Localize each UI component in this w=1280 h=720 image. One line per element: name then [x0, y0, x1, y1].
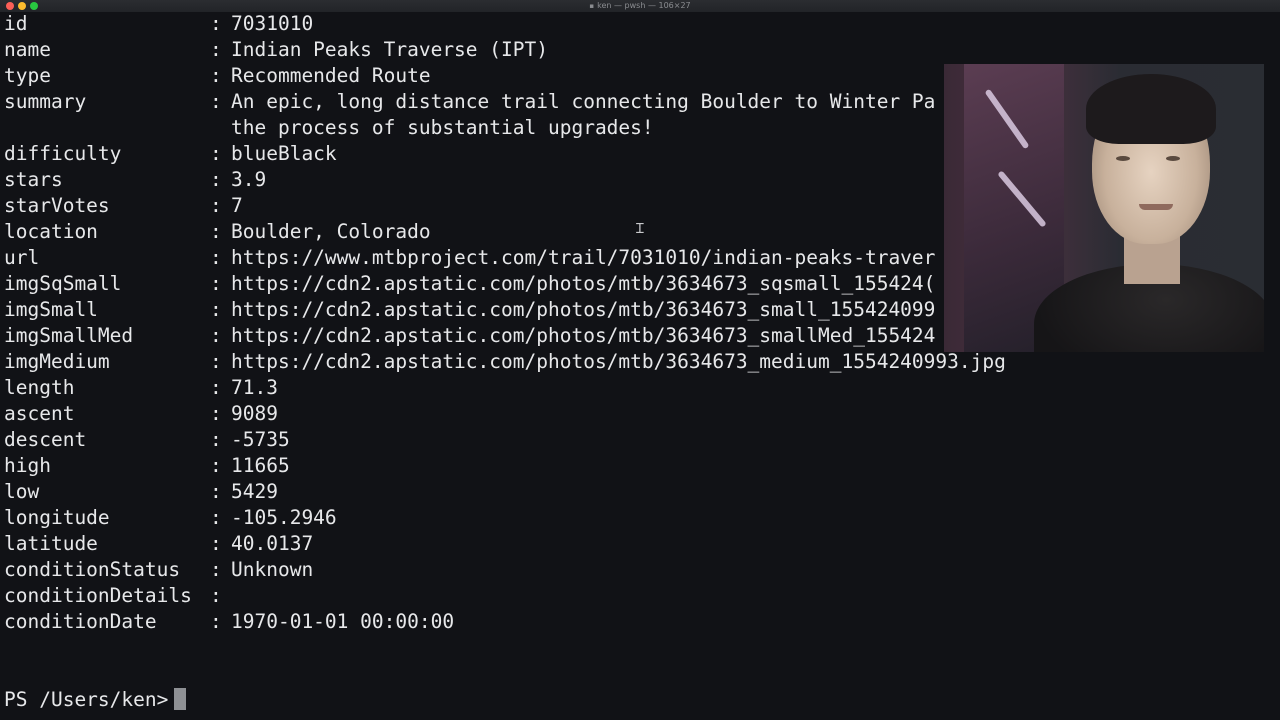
output-row: conditionStatus: Unknown: [4, 557, 1280, 583]
output-row: descent: -5735: [4, 427, 1280, 453]
window-title-text: ken — pwsh — 106×27: [597, 1, 691, 10]
property-name: conditionStatus: [4, 558, 181, 581]
property-name: summary: [4, 90, 87, 113]
property-name: stars: [4, 168, 63, 191]
property-separator: :: [210, 64, 222, 87]
property-name: location: [4, 220, 98, 243]
output-row: longitude: -105.2946: [4, 505, 1280, 531]
property-name: longitude: [4, 506, 110, 529]
output-row: conditionDate:1970-01-01 00:00:00: [4, 609, 1280, 635]
property-name: imgSmall: [4, 298, 98, 321]
person-eye: [1116, 156, 1130, 161]
property-separator: :: [210, 454, 222, 477]
property-value: 5429: [231, 480, 278, 503]
output-row: name: Indian Peaks Traverse (IPT): [4, 37, 1280, 63]
property-separator: :: [210, 506, 222, 529]
property-separator: :: [210, 90, 222, 113]
property-value: 9089: [231, 402, 278, 425]
property-separator: :: [210, 38, 222, 61]
property-name: difficulty: [4, 142, 122, 165]
output-row: latitude:40.0137: [4, 531, 1280, 557]
property-separator: :: [210, 298, 222, 321]
property-separator: :: [210, 480, 222, 503]
property-separator: :: [210, 558, 222, 581]
property-value: An epic, long distance trail connecting …: [231, 90, 936, 113]
property-value: blueBlack: [231, 142, 337, 165]
property-value: 7031010: [231, 12, 314, 35]
property-value: https://cdn2.apstatic.com/photos/mtb/363…: [231, 272, 936, 295]
property-separator: :: [210, 220, 222, 243]
property-separator: :: [210, 428, 222, 451]
property-separator: :: [210, 350, 222, 373]
person-hair: [1086, 74, 1216, 144]
property-value: 11665: [231, 454, 290, 477]
property-value: https://cdn2.apstatic.com/photos/mtb/363…: [231, 298, 936, 321]
output-row: length:71.3: [4, 375, 1280, 401]
property-separator: :: [210, 142, 222, 165]
property-separator: :: [210, 584, 222, 607]
property-separator: :: [210, 610, 222, 633]
property-value: https://cdn2.apstatic.com/photos/mtb/363…: [231, 350, 1006, 373]
property-name: high: [4, 454, 51, 477]
property-value: Unknown: [231, 558, 314, 581]
property-name: imgSmallMed: [4, 324, 134, 347]
property-name: starVotes: [4, 194, 110, 217]
property-separator: :: [210, 272, 222, 295]
property-value: https://www.mtbproject.com/trail/7031010…: [231, 246, 936, 269]
property-value: 1970-01-01 00:00:00: [231, 610, 455, 633]
property-separator: :: [210, 402, 222, 425]
property-separator: :: [210, 12, 222, 35]
property-name: type: [4, 64, 51, 87]
property-name: low: [4, 480, 40, 503]
prompt-line[interactable]: PS /Users/ken>: [4, 687, 187, 713]
property-separator: :: [210, 168, 222, 191]
prompt-text: PS /Users/ken>: [4, 688, 169, 711]
person-photo-overlay: [944, 64, 1264, 352]
output-row: id:7031010: [4, 11, 1280, 37]
property-separator: :: [210, 376, 222, 399]
property-separator: :: [210, 532, 222, 555]
property-value: Indian Peaks Traverse (IPT): [231, 38, 548, 61]
person-eye: [1166, 156, 1180, 161]
window-title: ▪ ken — pwsh — 106×27: [0, 1, 1280, 10]
property-name: ascent: [4, 402, 75, 425]
property-value: -105.2946: [231, 506, 337, 529]
block-cursor: [174, 688, 187, 710]
property-name: imgMedium: [4, 350, 110, 373]
output-row: ascent:9089: [4, 401, 1280, 427]
property-value: 7: [231, 194, 243, 217]
property-separator: :: [210, 246, 222, 269]
property-value: https://cdn2.apstatic.com/photos/mtb/363…: [231, 324, 936, 347]
property-name: latitude: [4, 532, 98, 555]
property-value: -5735: [231, 428, 290, 451]
terminal-window: ▪ ken — pwsh — 106×27 id:7031010 name: Indi…: [0, 0, 1280, 720]
output-row: high:11665: [4, 453, 1280, 479]
folder-icon: ▪: [589, 2, 595, 10]
property-value: Recommended Route: [231, 64, 431, 87]
output-row: low:5429: [4, 479, 1280, 505]
property-name: conditionDetails: [4, 584, 192, 607]
property-value: the process of substantial upgrades!: [231, 116, 654, 139]
person-mouth: [1139, 204, 1173, 210]
property-name: descent: [4, 428, 87, 451]
property-value: 71.3: [231, 376, 278, 399]
output-row: imgMedium: https://cdn2.apstatic.com/phot…: [4, 349, 1280, 375]
property-name: imgSqSmall: [4, 272, 122, 295]
property-value: 40.0137: [231, 532, 314, 555]
property-name: name: [4, 38, 51, 61]
text-cursor-icon: Ɪ: [636, 221, 644, 237]
property-value: Boulder, Colorado: [231, 220, 431, 243]
output-row: conditionDetails:: [4, 583, 1280, 609]
property-value: 3.9: [231, 168, 267, 191]
property-name: id: [4, 12, 28, 35]
property-separator: :: [210, 194, 222, 217]
property-separator: :: [210, 324, 222, 347]
property-name: length: [4, 376, 75, 399]
property-name: conditionDate: [4, 610, 157, 633]
property-name: url: [4, 246, 40, 269]
